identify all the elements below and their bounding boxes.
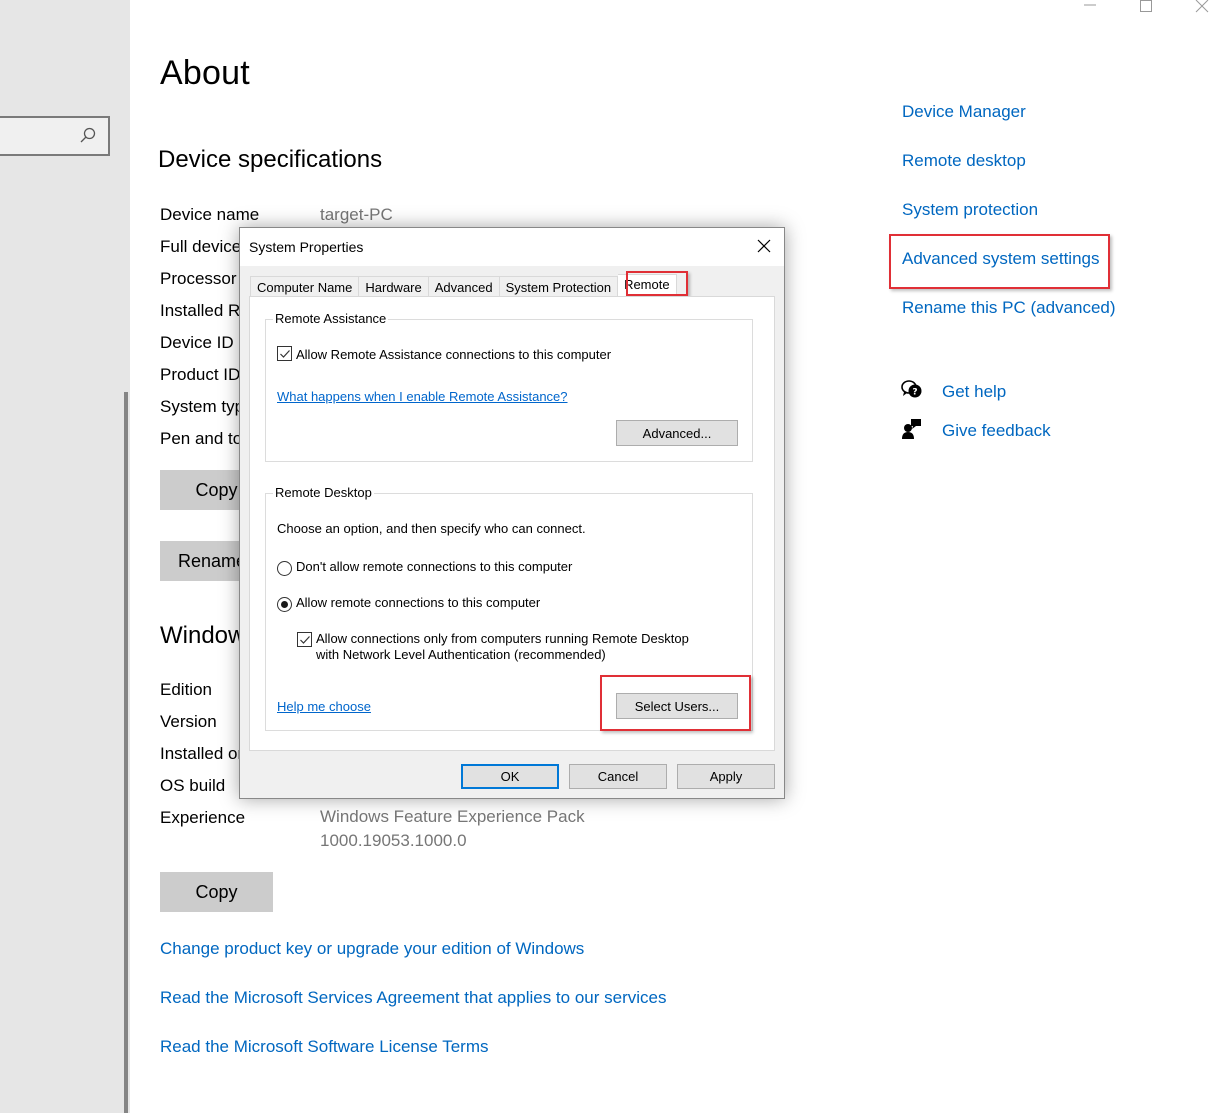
services-agreement-link[interactable]: Read the Microsoft Services Agreement th… — [160, 988, 666, 1008]
checkmark-icon — [280, 350, 290, 358]
get-help-link[interactable]: Get help — [942, 382, 1006, 402]
apply-button[interactable]: Apply — [677, 764, 775, 789]
nla-label-line1[interactable]: Allow connections only from computers ru… — [316, 631, 689, 646]
maximize-icon — [1140, 0, 1152, 12]
remote-assistance-legend: Remote Assistance — [273, 311, 389, 326]
close-icon — [1195, 0, 1209, 13]
tab-advanced[interactable]: Advanced — [428, 276, 500, 298]
spec-label: OS build — [160, 776, 226, 795]
spec-label: Product ID — [160, 365, 241, 384]
rename-pc-advanced-link[interactable]: Rename this PC (advanced) — [902, 298, 1116, 318]
give-feedback-link[interactable]: Give feedback — [942, 421, 1051, 441]
license-terms-link[interactable]: Read the Microsoft Software License Term… — [160, 1037, 489, 1057]
checkmark-icon — [300, 636, 310, 644]
minimize-button[interactable] — [1078, 0, 1102, 14]
tab-computer-name[interactable]: Computer Name — [250, 276, 360, 298]
device-specs-heading: Device specifications — [158, 146, 383, 173]
dont-allow-remote-label[interactable]: Don't allow remote connections to this c… — [296, 559, 572, 574]
nav-pane — [0, 0, 130, 1113]
spec-label: Edition — [160, 680, 212, 699]
dialog-title: System Properties — [249, 239, 364, 255]
maximize-button[interactable] — [1134, 0, 1158, 14]
select-users-button[interactable]: Select Users... — [616, 693, 738, 719]
remote-desktop-legend: Remote Desktop — [273, 485, 374, 500]
remote-desktop-instruction: Choose an option, and then specify who c… — [277, 521, 586, 536]
nla-label-line2[interactable]: with Network Level Authentication (recom… — [316, 647, 606, 662]
device-manager-link[interactable]: Device Manager — [902, 102, 1026, 122]
get-help-icon: ? — [901, 380, 923, 405]
copy-windows-specs-button[interactable]: Copy — [160, 872, 273, 912]
nav-scrollbar[interactable] — [124, 392, 128, 1113]
close-icon — [757, 239, 771, 253]
radio-selected-dot — [281, 601, 288, 608]
change-product-key-link[interactable]: Change product key or upgrade your editi… — [160, 939, 584, 959]
spec-label: Processor — [160, 269, 237, 288]
remote-assistance-help-link[interactable]: What happens when I enable Remote Assist… — [277, 389, 568, 404]
tab-hardware[interactable]: Hardware — [359, 276, 429, 298]
give-feedback-icon — [902, 418, 922, 445]
spec-value: 1000.19053.1000.0 — [320, 831, 467, 850]
search-icon[interactable] — [78, 126, 98, 146]
allow-remote-assistance-label[interactable]: Allow Remote Assistance connections to t… — [296, 347, 611, 362]
spec-label: Experience — [160, 808, 246, 827]
cancel-button[interactable]: Cancel — [569, 764, 667, 789]
remote-assistance-group: Remote Assistance Allow Remote Assistanc… — [265, 311, 753, 462]
help-me-choose-link[interactable]: Help me choose — [277, 699, 371, 714]
dialog-titlebar[interactable]: System Properties — [240, 228, 784, 266]
spec-value: Windows Feature Experience Pack — [320, 807, 585, 826]
dont-allow-remote-radio[interactable] — [277, 561, 292, 576]
allow-remote-radio[interactable] — [277, 597, 292, 612]
ok-button[interactable]: OK — [461, 764, 559, 789]
spec-label: Device ID — [160, 333, 234, 352]
allow-remote-label[interactable]: Allow remote connections to this compute… — [296, 595, 540, 610]
tab-system-protection[interactable]: System Protection — [499, 276, 619, 298]
system-protection-link[interactable]: System protection — [902, 200, 1038, 220]
dialog-tabs: Computer Name Hardware Advanced System P… — [250, 274, 677, 298]
spec-label: Installed on — [160, 744, 247, 763]
system-properties-dialog: System Properties Computer Name Hardware… — [239, 227, 785, 799]
remote-desktop-group: Remote Desktop Choose an option, and the… — [265, 485, 753, 731]
advanced-system-settings-link[interactable]: Advanced system settings — [902, 249, 1099, 269]
allow-remote-assistance-checkbox[interactable] — [277, 346, 292, 361]
nla-checkbox[interactable] — [297, 632, 312, 647]
remote-desktop-link[interactable]: Remote desktop — [902, 151, 1026, 171]
remote-assistance-advanced-button[interactable]: Advanced... — [616, 420, 738, 446]
close-window-button[interactable] — [1190, 0, 1209, 14]
remote-tab-panel: Remote Assistance Allow Remote Assistanc… — [249, 296, 775, 751]
minimize-icon — [1084, 4, 1096, 6]
page-title: About — [160, 54, 250, 92]
tab-remote[interactable]: Remote — [618, 274, 677, 298]
spec-label: Device name — [160, 205, 260, 224]
svg-text:?: ? — [912, 388, 917, 398]
spec-value: target-PC — [320, 205, 393, 224]
dialog-close-button[interactable] — [756, 238, 772, 254]
search-input[interactable] — [0, 116, 110, 156]
spec-label: Version — [160, 712, 217, 731]
